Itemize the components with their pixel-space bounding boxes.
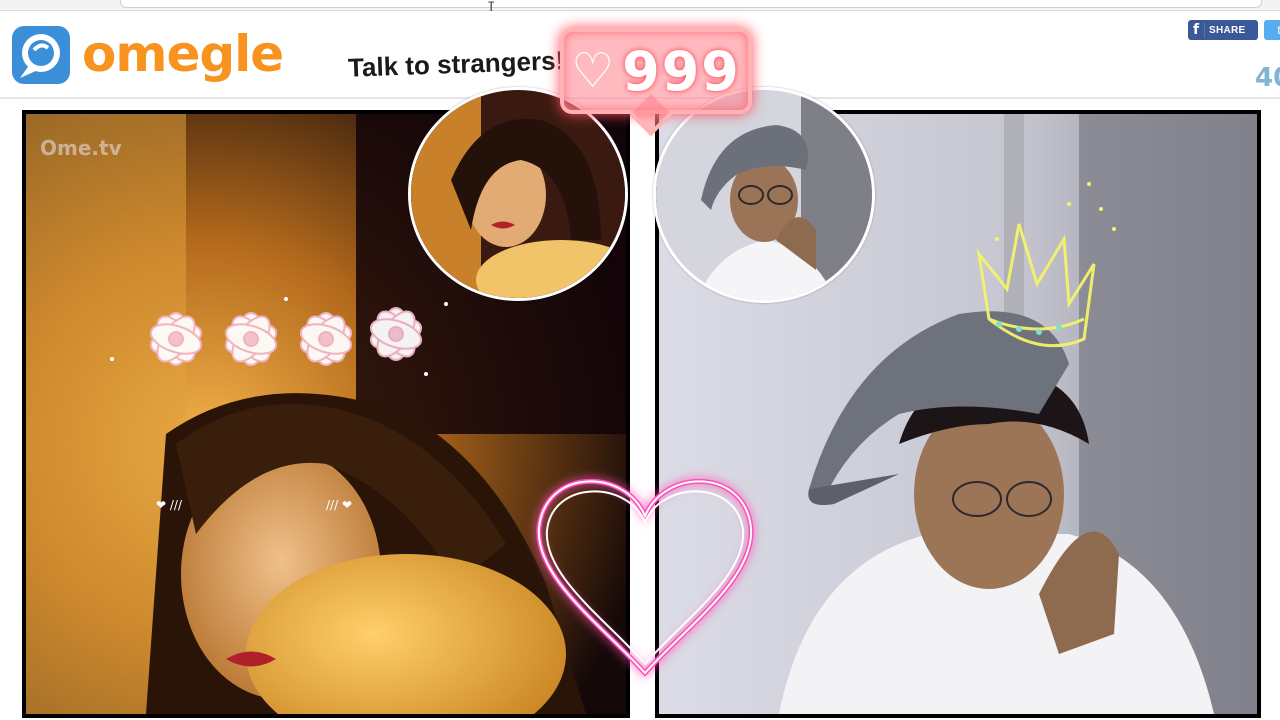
site-tagline: Talk to strangers! <box>347 45 565 83</box>
video-chat-screen: I omegle Talk to strangers! f SHARE t 40 <box>0 0 1280 720</box>
omegle-chat-bubble-icon[interactable] <box>10 24 72 86</box>
facebook-share-button[interactable]: f SHARE <box>1188 20 1258 40</box>
share-label: SHARE <box>1209 24 1246 36</box>
stranger-avatar-image <box>411 90 625 298</box>
browser-toolbar <box>0 0 1280 11</box>
heart-outline-icon: ♡ <box>571 43 615 99</box>
neon-heart-icon <box>536 479 754 677</box>
twitter-icon[interactable]: t <box>1264 20 1280 40</box>
address-bar[interactable] <box>120 0 1262 8</box>
online-count: 40 <box>1255 63 1280 93</box>
svg-text:/// ❤: /// ❤ <box>326 498 352 512</box>
stranger-avatar <box>408 87 628 301</box>
like-count: 999 <box>622 39 741 103</box>
svg-text:❤ ///: ❤ /// <box>156 498 183 512</box>
facebook-icon: f <box>1188 22 1205 38</box>
like-counter: ♡ 999 <box>560 28 752 114</box>
watermark: Ome.tv <box>40 136 122 160</box>
site-logo[interactable]: omegle <box>82 25 284 83</box>
self-avatar <box>653 87 875 303</box>
self-avatar-image <box>656 90 872 300</box>
